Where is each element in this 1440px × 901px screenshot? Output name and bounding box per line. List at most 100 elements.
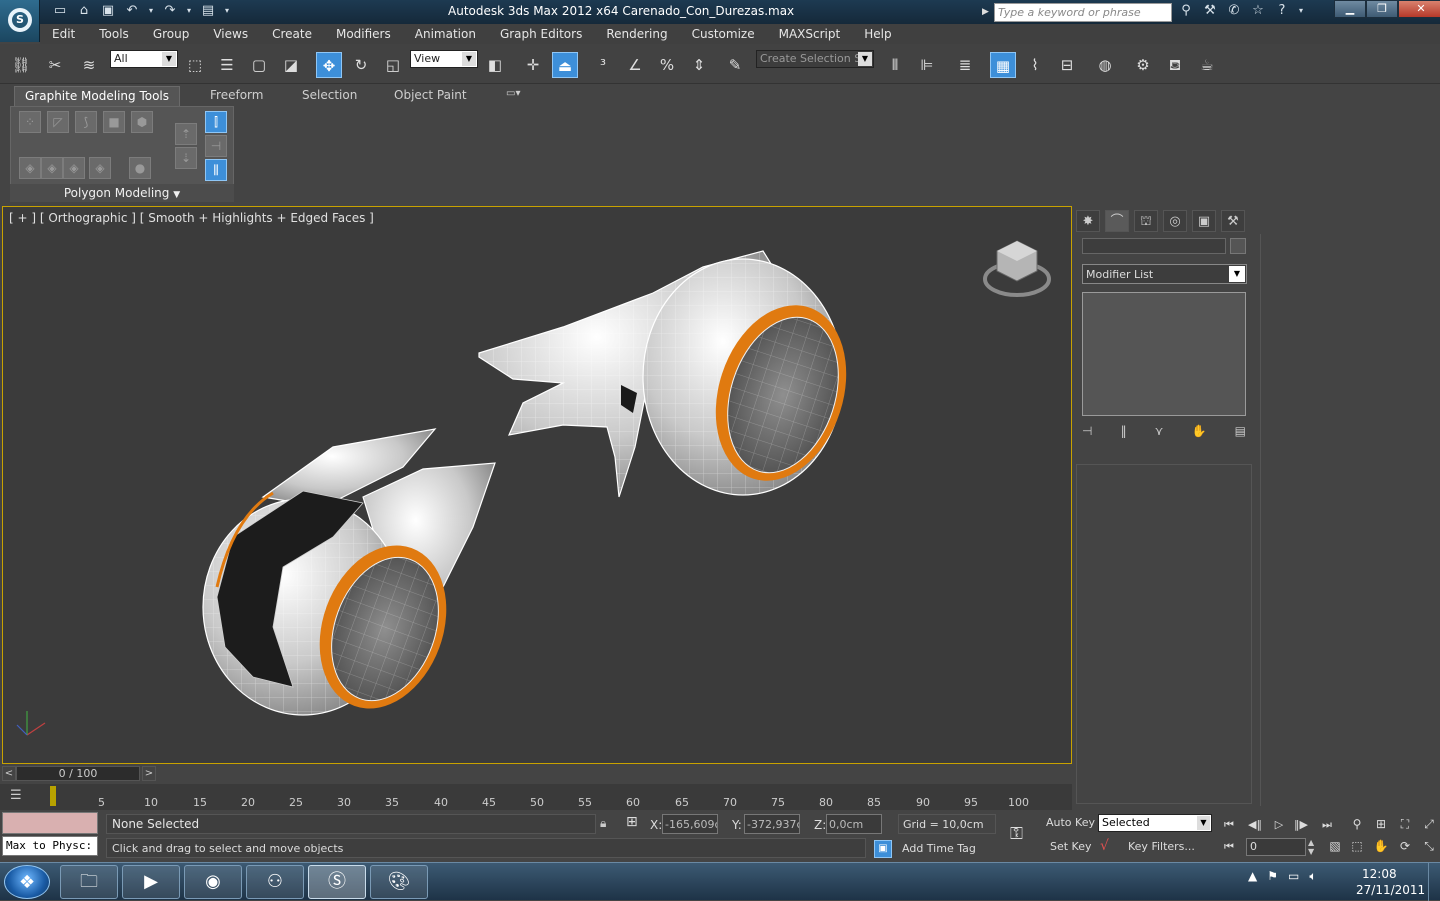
start-button[interactable]: ❖	[4, 865, 50, 899]
maxscript-listener-output[interactable]	[2, 812, 98, 834]
network-icon[interactable]: ▭	[1288, 869, 1299, 884]
create-tab-icon[interactable]: ✸	[1076, 210, 1100, 232]
menu-tools[interactable]: Tools	[87, 24, 141, 44]
firefox-taskbar-button[interactable]: ◉	[184, 865, 242, 899]
menu-customize[interactable]: Customize	[680, 24, 767, 44]
shrink-selection-icon[interactable]: ⇣	[175, 147, 197, 169]
show-desktop-button[interactable]	[1428, 863, 1440, 901]
current-frame-field[interactable]: 0	[1246, 838, 1306, 856]
menu-animation[interactable]: Animation	[403, 24, 488, 44]
application-menu-button[interactable]: S	[0, 0, 40, 42]
undo-dropdown-icon[interactable]: ▾	[146, 2, 156, 20]
clock-time[interactable]: 12:08	[1362, 867, 1397, 881]
key-mode-dropdown[interactable]: Selected ▼	[1098, 814, 1212, 832]
maximize-button[interactable]: ❐	[1366, 0, 1398, 18]
menu-group[interactable]: Group	[141, 24, 202, 44]
select-by-name-icon[interactable]: ☰	[214, 52, 240, 78]
time-slider-thumb[interactable]: 0 / 100	[16, 766, 140, 781]
project-folder-icon[interactable]: ▤	[198, 2, 218, 20]
redo-icon[interactable]: ↷	[160, 2, 180, 20]
menu-help[interactable]: Help	[852, 24, 903, 44]
favorites-star-icon[interactable]: ☆	[1248, 2, 1268, 20]
absolute-mode-transform-icon[interactable]: ⊞	[626, 814, 638, 830]
snaps-toggle-icon[interactable]: ³	[590, 52, 616, 78]
border-subobject-icon[interactable]: ⟆	[75, 111, 97, 133]
layer-manager-icon[interactable]: ≣	[952, 52, 978, 78]
open-file-icon[interactable]: ⌂	[74, 2, 94, 20]
show-hidden-icons-icon[interactable]: ▲	[1248, 869, 1257, 884]
frame-spinner-icon[interactable]: ▲ ▼	[1308, 838, 1320, 856]
set-key-button[interactable]: Set Key	[1050, 840, 1092, 853]
y-coordinate-field[interactable]: -372,937cr	[744, 814, 800, 834]
search-input[interactable]: Type a keyword or phrase	[994, 3, 1172, 22]
zoom-extents-icon[interactable]: ⛶	[1394, 814, 1416, 834]
open-mini-curve-editor-icon[interactable]: ☰	[10, 788, 30, 806]
go-to-end-icon[interactable]: ⏭	[1316, 816, 1338, 834]
upper-fairing-model[interactable]	[478, 250, 868, 498]
search-expand-icon[interactable]: ▶	[982, 3, 992, 22]
menu-views[interactable]: Views	[201, 24, 260, 44]
material-editor-icon[interactable]: ◍	[1092, 52, 1118, 78]
modify-tab-icon[interactable]: ⌒	[1105, 210, 1129, 232]
curve-editor-icon[interactable]: ⌇	[1022, 52, 1048, 78]
vertex-subobject-icon[interactable]: ⁘	[19, 111, 41, 133]
explorer-taskbar-button[interactable]: 🗀	[60, 865, 118, 899]
select-manipulate-icon[interactable]: ✛	[520, 52, 546, 78]
tab-freeform[interactable]: Freeform	[200, 86, 273, 106]
zoom-all-icon[interactable]: ⊞	[1370, 814, 1392, 834]
motion-tab-icon[interactable]: ◎	[1163, 210, 1187, 232]
next-frame-arrow-icon[interactable]: >	[142, 766, 156, 781]
render-production-icon[interactable]: ☕	[1194, 52, 1220, 78]
menu-modifiers[interactable]: Modifiers	[324, 24, 403, 44]
select-object-icon[interactable]: ⬚	[182, 52, 208, 78]
tab-graphite-modeling-tools[interactable]: Graphite Modeling Tools	[14, 86, 181, 106]
navigation-subobject-icon[interactable]: ⫼	[205, 159, 227, 181]
subscription-icon[interactable]: ⚒	[1200, 2, 1220, 20]
keyboard-shortcut-override-icon[interactable]: ⏏	[552, 52, 578, 78]
viewcube[interactable]	[981, 237, 1053, 299]
hierarchy-tab-icon[interactable]: ⛫	[1134, 210, 1158, 232]
previous-frame-arrow-icon[interactable]: <	[2, 766, 16, 781]
collapse-stack-icon[interactable]: ◈	[63, 157, 85, 179]
menu-graph-editors[interactable]: Graph Editors	[488, 24, 594, 44]
bind-space-warp-icon[interactable]: ≋	[76, 52, 102, 78]
display-tab-icon[interactable]: ▣	[1192, 210, 1216, 232]
x-coordinate-field[interactable]: -165,609cr	[662, 814, 718, 834]
menu-maxscript[interactable]: MAXScript	[767, 24, 853, 44]
binoculars-icon[interactable]: ⚲	[1176, 2, 1196, 20]
field-of-view-icon[interactable]: ▧	[1324, 836, 1346, 856]
grow-selection-icon[interactable]: ⇡	[175, 123, 197, 145]
mirror-icon[interactable]: ⫴	[882, 52, 908, 78]
rectangular-selection-icon[interactable]: ▢	[246, 52, 272, 78]
select-and-rotate-icon[interactable]: ↻	[348, 52, 374, 78]
new-file-icon[interactable]: ▭	[50, 2, 70, 20]
maxscript-listener-input[interactable]: Max to Physc:	[2, 836, 98, 856]
key-filters-button[interactable]: Key Filters...	[1128, 840, 1195, 853]
selection-filter-dropdown[interactable]: All ▼	[110, 50, 178, 68]
remove-modifier-icon[interactable]: ✋	[1192, 424, 1207, 444]
lower-nacelle-model[interactable]	[202, 428, 496, 726]
media-player-taskbar-button[interactable]: ▶	[122, 865, 180, 899]
angle-snap-icon[interactable]: ∠	[622, 52, 648, 78]
3dsmax-taskbar-button[interactable]: Ⓢ	[308, 865, 366, 899]
help-dropdown-icon[interactable]: ▾	[1296, 2, 1306, 20]
element-subobject-icon[interactable]: ⬢	[131, 111, 153, 133]
paint-taskbar-button[interactable]: 🎨︎	[370, 865, 428, 899]
selection-lock-icon[interactable]: 🔒︎	[600, 816, 606, 831]
help-icon[interactable]: ?	[1272, 2, 1292, 20]
save-file-icon[interactable]: ▣	[98, 2, 118, 20]
pin-stack-icon[interactable]: ⊣	[1082, 424, 1092, 444]
configure-modifier-sets-icon[interactable]: ▤	[1235, 424, 1246, 444]
make-unique-icon[interactable]: ⋎	[1155, 424, 1164, 444]
menu-create[interactable]: Create	[260, 24, 324, 44]
next-frame-icon[interactable]: ‖▶	[1290, 816, 1312, 834]
auto-key-button[interactable]: Auto Key	[1046, 816, 1095, 829]
previous-frame-icon[interactable]: ◀‖	[1244, 816, 1266, 834]
named-selection-sets-dropdown[interactable]: Create Selection Se ▼	[756, 50, 874, 68]
z-coordinate-field[interactable]: 0,0cm	[826, 814, 882, 834]
edit-named-selection-icon[interactable]: ✎	[722, 52, 748, 78]
percent-snap-icon[interactable]: %	[654, 52, 680, 78]
action-center-flag-icon[interactable]: ⚑	[1267, 869, 1278, 884]
utilities-tab-icon[interactable]: ⚒	[1221, 210, 1245, 232]
maximize-viewport-icon[interactable]: ⤡	[1418, 836, 1440, 856]
